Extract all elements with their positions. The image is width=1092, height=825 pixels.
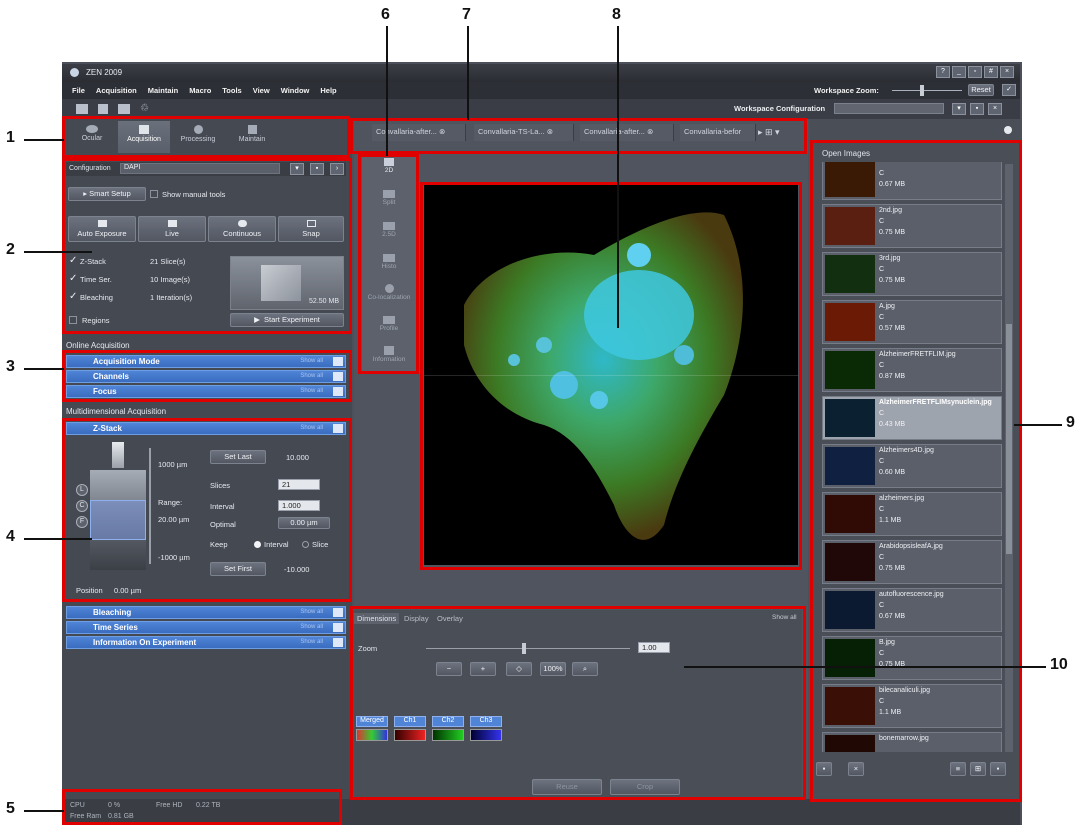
leader-line-8 (617, 26, 619, 328)
workspace-config-field[interactable] (834, 103, 944, 114)
checkbox-icon[interactable]: ✓ (1002, 84, 1016, 96)
config-close-icon[interactable]: × (988, 103, 1002, 115)
menu-file[interactable]: File (72, 86, 85, 95)
title-bar: ZEN 2009 ? _ ▫ # × (62, 64, 1020, 82)
annotation-5: 5 (6, 800, 15, 817)
restore-icon[interactable]: ▫ (968, 66, 982, 78)
config-save-icon[interactable]: ▪ (970, 103, 984, 115)
leader-line-9 (1014, 424, 1062, 426)
pin-icon[interactable] (333, 623, 343, 632)
info-experiment-bar[interactable]: Information On Experiment Show all (66, 636, 346, 649)
leader-line-2 (24, 251, 92, 253)
annotation-4: 4 (6, 528, 15, 545)
bleaching-bar[interactable]: Bleaching Show all (66, 606, 346, 619)
annotation-6: 6 (381, 6, 390, 23)
leader-line-5 (24, 810, 64, 812)
reset-button[interactable]: Reset (968, 84, 994, 96)
leader-line-10 (684, 666, 1046, 668)
leader-line-1 (24, 139, 64, 141)
window-controls: ? _ ▫ # × (934, 66, 1014, 78)
print-icon[interactable] (118, 104, 130, 114)
close-icon[interactable]: × (1000, 66, 1014, 78)
app-logo-icon (70, 68, 79, 77)
annotation-1: 1 (6, 129, 15, 146)
multidim-title: Multidimensional Acquisition (66, 407, 167, 416)
highlight-box-5 (62, 789, 342, 825)
highlight-box-6 (358, 154, 419, 374)
online-acquisition-title: Online Acquisition (66, 341, 130, 350)
leader-line-6 (386, 26, 388, 156)
workspace-config-label: Workspace Configuration (734, 104, 826, 113)
menu-maintain[interactable]: Maintain (148, 86, 178, 95)
workspace-zoom-label: Workspace Zoom: (814, 86, 879, 95)
highlight-box-8 (420, 182, 802, 570)
workspace-zoom-slider[interactable] (892, 85, 962, 96)
menu-macro[interactable]: Macro (189, 86, 211, 95)
maximize-icon[interactable]: # (984, 66, 998, 78)
annotation-10: 10 (1050, 656, 1068, 673)
annotation-8: 8 (612, 6, 621, 23)
menu-tools[interactable]: Tools (222, 86, 241, 95)
highlight-box-1 (62, 116, 350, 158)
leader-line-4 (24, 538, 92, 540)
open-folder-icon[interactable] (76, 104, 88, 114)
highlight-box-4 (62, 418, 352, 602)
highlight-box-7 (350, 118, 807, 154)
window-title: ZEN 2009 (86, 68, 123, 77)
help-icon[interactable]: ? (936, 66, 950, 78)
leader-line-3 (24, 368, 64, 370)
menu-window[interactable]: Window (281, 86, 310, 95)
pin-icon[interactable] (333, 638, 343, 647)
minimize-icon[interactable]: _ (952, 66, 966, 78)
annotation-7: 7 (462, 6, 471, 23)
annotation-2: 2 (6, 241, 15, 258)
menu-bar: File Acquisition Maintain Macro Tools View Win… (62, 82, 1020, 99)
menu-help[interactable]: Help (320, 86, 336, 95)
config-folder-icon[interactable]: ▾ (952, 103, 966, 115)
pin-icon[interactable] (333, 608, 343, 617)
highlight-box-10 (350, 606, 806, 800)
highlight-box-2 (62, 158, 352, 334)
highlight-box-9 (810, 140, 1022, 802)
highlight-box-3 (62, 350, 352, 402)
annotation-9: 9 (1066, 414, 1075, 431)
menu-view[interactable]: View (253, 86, 270, 95)
menu-acquisition[interactable]: Acquisition (96, 86, 137, 95)
save-icon[interactable] (98, 104, 108, 114)
panel-settings-icon[interactable] (1004, 126, 1012, 134)
leader-line-7 (467, 26, 469, 120)
time-series-bar[interactable]: Time Series Show all (66, 621, 346, 634)
annotation-3: 3 (6, 358, 15, 375)
refresh-icon[interactable]: ♲ (140, 103, 149, 114)
